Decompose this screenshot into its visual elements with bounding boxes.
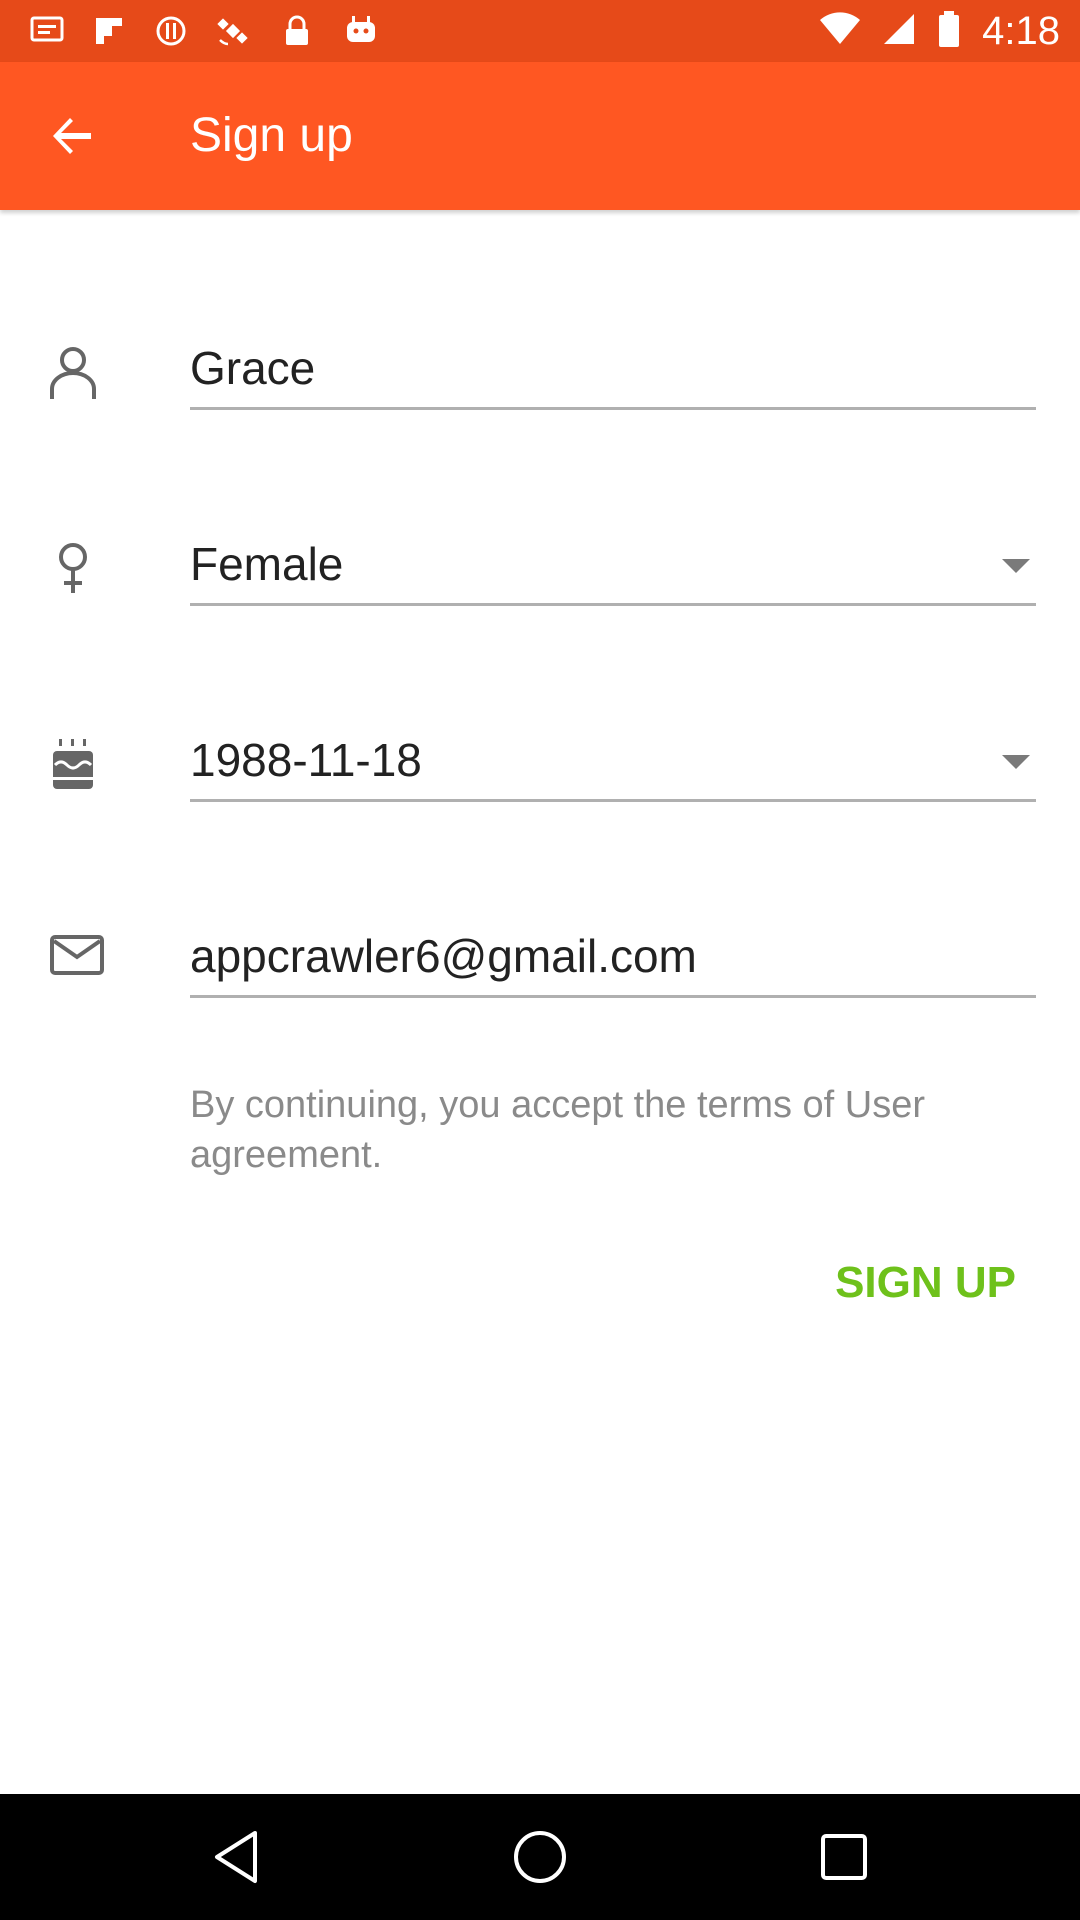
- status-time: 4:18: [982, 8, 1060, 53]
- back-button[interactable]: [32, 102, 114, 170]
- battery-icon: [938, 10, 960, 52]
- terms-text[interactable]: By continuing, you accept the terms of U…: [190, 1080, 1036, 1180]
- alert-icon: [152, 12, 190, 50]
- arrow-back-icon: [53, 118, 91, 154]
- flipboard-icon: [90, 12, 128, 50]
- birthday-value: 1988-11-18: [190, 734, 422, 786]
- app-bar: Sign up: [0, 62, 1080, 210]
- name-field[interactable]: Grace: [190, 340, 1036, 410]
- gender-select[interactable]: Female: [190, 536, 1036, 606]
- gender-row: Female: [0, 536, 1080, 656]
- birthday-select[interactable]: 1988-11-18: [190, 732, 1036, 802]
- gender-value: Female: [190, 538, 344, 590]
- birthday-row: 1988-11-18: [0, 732, 1080, 852]
- chevron-down-icon: [1002, 559, 1030, 573]
- satellite-icon: [214, 12, 252, 50]
- wifi-icon: [820, 11, 861, 51]
- mail-icon: [44, 922, 110, 988]
- message-icon: [28, 12, 66, 50]
- chevron-down-icon: [1002, 755, 1030, 769]
- recents-icon[interactable]: [804, 1817, 884, 1897]
- female-icon: [40, 536, 106, 602]
- lock-icon: [278, 12, 316, 50]
- email-row: appcrawler6@gmail.com: [0, 928, 1080, 1048]
- email-value: appcrawler6@gmail.com: [190, 930, 697, 982]
- name-row: Grace: [0, 340, 1080, 460]
- signal-icon: [882, 12, 916, 51]
- home-icon[interactable]: [500, 1817, 580, 1897]
- signup-button[interactable]: SIGN UP: [835, 1258, 1016, 1308]
- android-icon: [342, 12, 380, 50]
- back-icon[interactable]: [196, 1817, 276, 1897]
- page-title: Sign up: [190, 109, 353, 162]
- cake-icon: [40, 732, 106, 798]
- person-icon: [40, 340, 106, 406]
- navigation-bar: [0, 1794, 1080, 1920]
- email-field[interactable]: appcrawler6@gmail.com: [190, 928, 1036, 998]
- status-bar: 4:18: [0, 0, 1080, 62]
- name-value: Grace: [190, 342, 316, 394]
